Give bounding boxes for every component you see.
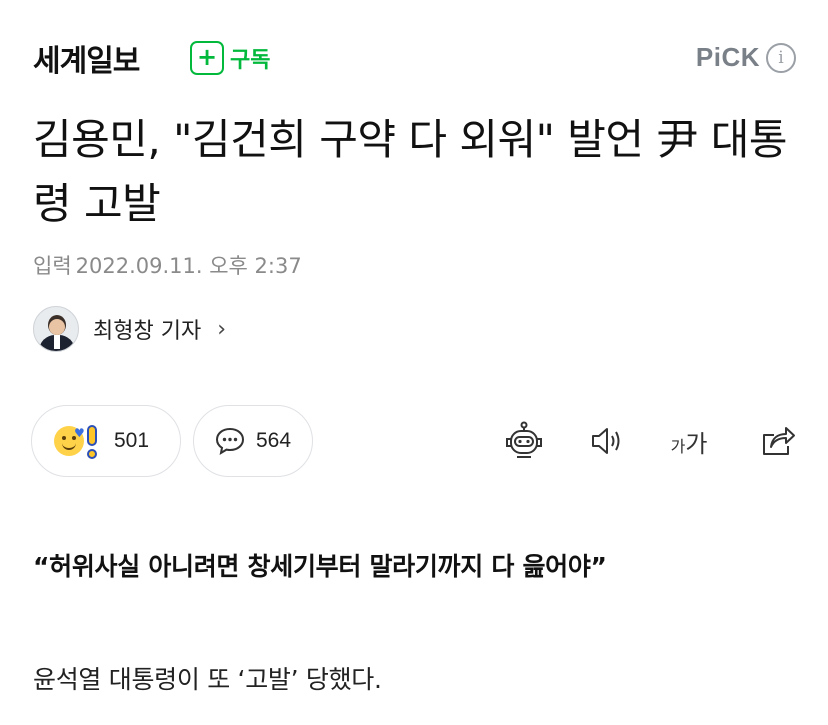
subscribe-button[interactable]: + 구독 xyxy=(190,41,270,75)
action-bar: ♥ 501 564 가가 xyxy=(31,405,801,477)
summary-bot-button[interactable] xyxy=(502,419,546,463)
text-to-speech-button[interactable] xyxy=(587,419,631,463)
font-size-button[interactable]: 가가 xyxy=(667,419,711,463)
speaker-icon xyxy=(592,428,620,454)
info-icon[interactable]: i xyxy=(766,42,796,73)
share-button[interactable] xyxy=(756,419,800,463)
article-body-paragraph: 윤석열 대통령이 또 ‘고발’ 당했다. xyxy=(33,665,382,694)
reporter-link[interactable]: 최형창 기자 › xyxy=(33,306,226,352)
font-size-icon: 가가 xyxy=(671,424,708,459)
pick-label: PiCK xyxy=(695,42,760,72)
font-large-glyph: 가 xyxy=(685,429,708,458)
pick-badge[interactable]: PiCK i xyxy=(696,42,796,73)
comment-count: 564 xyxy=(256,429,292,452)
robot-icon xyxy=(506,421,542,458)
reaction-button[interactable]: ♥ 501 xyxy=(31,405,181,477)
article-title: 김용민, "김건희 구약 다 외워" 발언 尹 대통령 고발 xyxy=(33,115,788,228)
reporter-avatar xyxy=(33,306,79,352)
article-date: 입력 2022.09.11. 오후 2:37 xyxy=(33,250,302,280)
comment-button[interactable]: 564 xyxy=(193,405,313,477)
article-subtitle: “허위사실 아니려면 창세기부터 말라기까지 다 읊어야” xyxy=(33,552,607,581)
plus-icon: + xyxy=(190,41,224,75)
share-icon xyxy=(763,427,795,455)
chevron-right-icon: › xyxy=(217,316,227,342)
reaction-count: 501 xyxy=(114,429,150,452)
reporter-name: 최형창 기자 xyxy=(93,319,202,344)
date-label: 입력 xyxy=(33,254,72,278)
article-header: 세계일보 + 구독 PiCK i xyxy=(0,0,828,110)
exclamation-emoji-icon xyxy=(80,423,104,459)
font-small-glyph: 가 xyxy=(670,436,686,456)
speech-bubble-icon xyxy=(215,427,245,456)
date-value: 2022.09.11. 오후 2:37 xyxy=(75,254,302,278)
press-logo[interactable]: 세계일보 xyxy=(33,36,140,80)
subscribe-label: 구독 xyxy=(230,48,271,73)
